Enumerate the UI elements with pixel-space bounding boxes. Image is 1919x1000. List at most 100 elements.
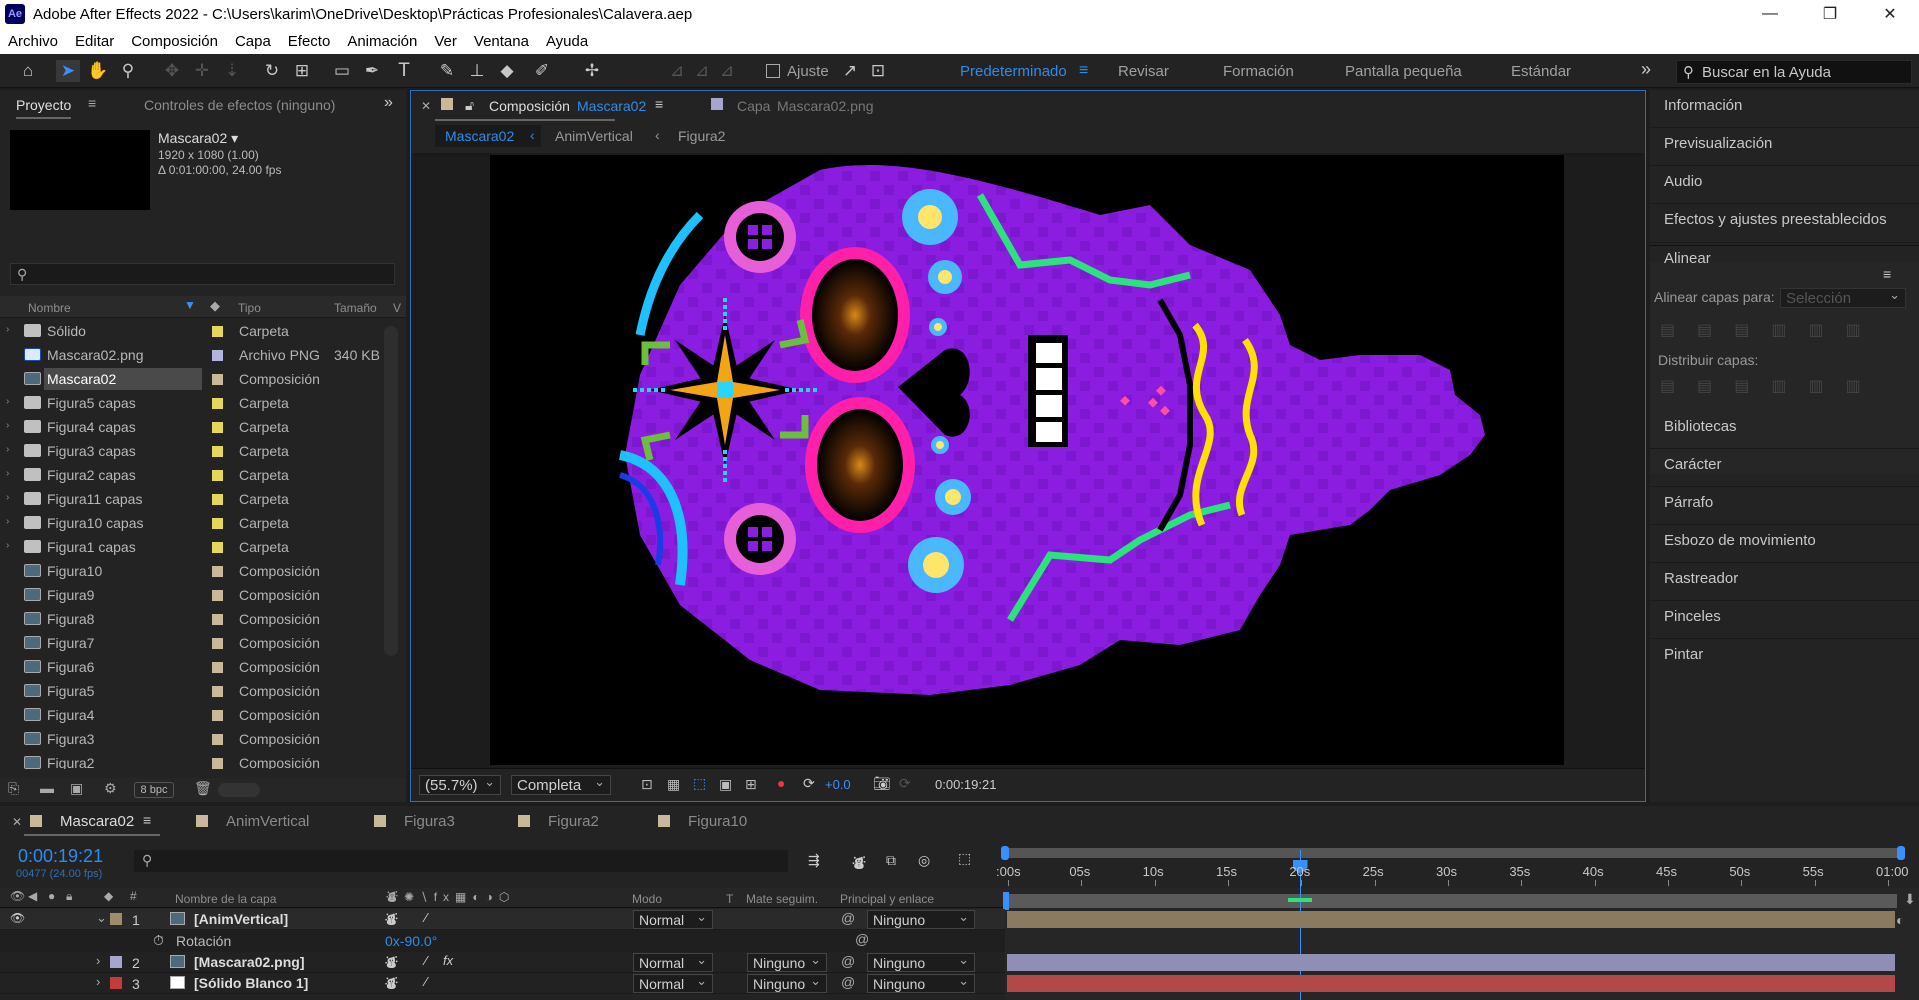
timeline-timecode[interactable]: 0:00:19:21 (18, 846, 103, 867)
track-matte-dropdown[interactable]: Ninguno (747, 952, 827, 972)
project-settings-icon[interactable]: ⚙ (104, 780, 117, 797)
panel-informacion[interactable]: Información (1664, 97, 1742, 114)
twirl-chevron-icon[interactable]: › (6, 492, 9, 503)
panel-parrafo[interactable]: Párrafo (1664, 494, 1713, 511)
label-color-swatch[interactable] (212, 662, 223, 673)
pen-tool-icon[interactable]: ✒ (360, 60, 384, 82)
project-item[interactable]: › Figura2 capas Carpeta (0, 463, 390, 487)
col-v[interactable]: V (393, 301, 401, 315)
label-color-swatch[interactable] (212, 542, 223, 553)
twirl-chevron-icon[interactable]: › (96, 974, 100, 989)
label-color-swatch[interactable] (212, 446, 223, 457)
project-item[interactable]: › Figura1 capas Carpeta (0, 535, 390, 559)
project-item[interactable]: Figura7 Composición (0, 631, 390, 655)
lock-icon[interactable]: 🔒︎ (66, 889, 72, 904)
breadcrumb-figura2[interactable]: Figura2 (678, 128, 725, 144)
effects-switch-icon[interactable]: fx (443, 953, 453, 968)
twirl-chevron-icon[interactable]: › (6, 324, 9, 335)
mode-dropdown[interactable]: Normal (633, 973, 713, 993)
col-tipo[interactable]: Tipo (238, 301, 261, 315)
label-color-swatch[interactable] (212, 566, 223, 577)
panel-efectos-y-ajustes-preestablecidos[interactable]: Efectos y ajustes preestablecidos (1664, 211, 1887, 228)
tab-controles-efectos[interactable]: Controles de efectos (ninguno) (144, 97, 335, 113)
menu-composicion[interactable]: Composición (131, 33, 218, 50)
motion-blur-icon[interactable]: ◎ (918, 852, 930, 869)
label-color-swatch[interactable] (212, 350, 223, 361)
project-item[interactable]: › Figura11 capas Carpeta (0, 487, 390, 511)
menu-capa[interactable]: Capa (235, 33, 271, 50)
shy-switch-icon[interactable]: ⛇ (385, 953, 398, 972)
project-item[interactable]: Mascara02 Composición (0, 367, 390, 391)
twirl-chevron-icon[interactable]: › (96, 953, 100, 968)
switches-icon[interactable]: ⛇✺∖fx▦◐◑⬡ (386, 889, 515, 906)
project-item[interactable]: › Figura10 capas Carpeta (0, 511, 390, 535)
menu-ayuda[interactable]: Ayuda (546, 33, 588, 50)
parent-dropdown[interactable]: Ninguno (867, 973, 975, 993)
label-color-swatch[interactable] (212, 614, 223, 625)
close-tab-icon[interactable]: ✕ (12, 815, 22, 829)
twirl-chevron-icon[interactable]: › (6, 444, 9, 455)
layer-search-input[interactable]: ⚲ (134, 850, 788, 872)
quality-switch-icon[interactable]: ∕ (425, 953, 427, 968)
panel-overflow-icon[interactable]: » (384, 94, 393, 112)
layer-tab-name[interactable]: Mascara02.png (777, 98, 874, 114)
pick-whip-icon[interactable]: @ (841, 974, 855, 990)
home-icon[interactable]: ⌂ (16, 60, 40, 82)
quality-switch-icon[interactable]: ∕ (425, 974, 427, 989)
menu-editar[interactable]: Editar (75, 33, 114, 50)
roto-brush-icon[interactable]: ✐ (530, 60, 554, 82)
zoom-dropdown[interactable]: (55.7%) (419, 774, 501, 795)
solo-icon[interactable]: ● (48, 889, 55, 903)
menu-archivo[interactable]: Archivo (8, 33, 58, 50)
bit-depth-button[interactable]: 8 bpc (134, 782, 174, 798)
panel-menu-icon[interactable]: ≡ (88, 95, 96, 111)
label-color-swatch[interactable] (110, 977, 122, 989)
view-axis-icon[interactable]: ⊿ (715, 60, 739, 82)
comp-tab-label[interactable]: Composición (489, 98, 570, 114)
label-color-swatch[interactable] (212, 398, 223, 409)
layer-name[interactable]: [Mascara02.png] (194, 954, 304, 970)
label-color-swatch[interactable] (212, 374, 223, 385)
snapshot-icon[interactable]: 📷︎ (873, 775, 891, 792)
new-folder-icon[interactable]: ▬ (40, 780, 54, 796)
brush-tool-icon[interactable]: ✎ (435, 60, 459, 82)
snap-checkbox[interactable] (766, 64, 780, 78)
workspace-pantalla-pequena[interactable]: Pantalla pequeña (1345, 63, 1462, 80)
project-item[interactable]: Figura3 Composición (0, 727, 390, 751)
selected-item-name[interactable]: Mascara02 ▾ (158, 130, 238, 147)
breadcrumb-mascara02[interactable]: Mascara02 (445, 128, 514, 144)
project-item[interactable]: Figura6 Composición (0, 655, 390, 679)
property-rotation-value[interactable]: 0x-90.0° (385, 933, 437, 949)
resolution-dropdown[interactable]: Completa (511, 774, 611, 795)
comp-mini-flowchart-icon[interactable]: ⇶ (808, 852, 820, 869)
menu-ventana[interactable]: Ventana (474, 33, 529, 50)
timeline-tab[interactable]: Figura10 (688, 813, 747, 830)
footer-slider[interactable] (218, 783, 260, 797)
panel-rastreador[interactable]: Rastreador (1664, 570, 1738, 587)
shy-switch-icon[interactable]: ⛇ (385, 910, 398, 929)
timeline-tab[interactable]: Figura3 (404, 813, 455, 830)
timeline-tab[interactable]: Figura2 (548, 813, 599, 830)
reset-exposure-icon[interactable]: ⟳ (803, 775, 815, 792)
label-color-swatch[interactable] (212, 710, 223, 721)
project-item[interactable]: Figura4 Composición (0, 703, 390, 727)
menu-animacion[interactable]: Animación (347, 33, 417, 50)
parent-dropdown[interactable]: Ninguno (867, 952, 975, 972)
layer-row[interactable]: › 3 [Sólido Blanco 1] ⛇ ∕ Normal Ninguno @ Ningu… (0, 973, 1005, 994)
twirl-chevron-icon[interactable]: › (6, 468, 9, 479)
panel-pintar[interactable]: Pintar (1664, 646, 1703, 663)
panel-menu-icon[interactable]: ≡ (1883, 266, 1891, 282)
align-to-dropdown[interactable]: Selección (1780, 287, 1906, 308)
project-search-input[interactable]: ⚲ (10, 263, 395, 285)
tab-proyecto[interactable]: Proyecto (16, 97, 72, 119)
timeline-tab[interactable]: Mascara02 (60, 813, 134, 830)
col-layer-name[interactable]: Nombre de la capa (175, 892, 276, 906)
label-color-swatch[interactable] (212, 734, 223, 745)
label-color-swatch[interactable] (212, 422, 223, 433)
mode-dropdown[interactable]: Normal (633, 952, 713, 972)
work-area-bar[interactable] (1003, 892, 1897, 910)
interpret-footage-icon[interactable]: ⎘ (8, 780, 19, 797)
shy-layers-icon[interactable]: ⛇ (852, 852, 866, 873)
local-axis-icon[interactable]: ⊿ (665, 60, 689, 82)
navigator-end-handle[interactable] (1897, 846, 1905, 860)
